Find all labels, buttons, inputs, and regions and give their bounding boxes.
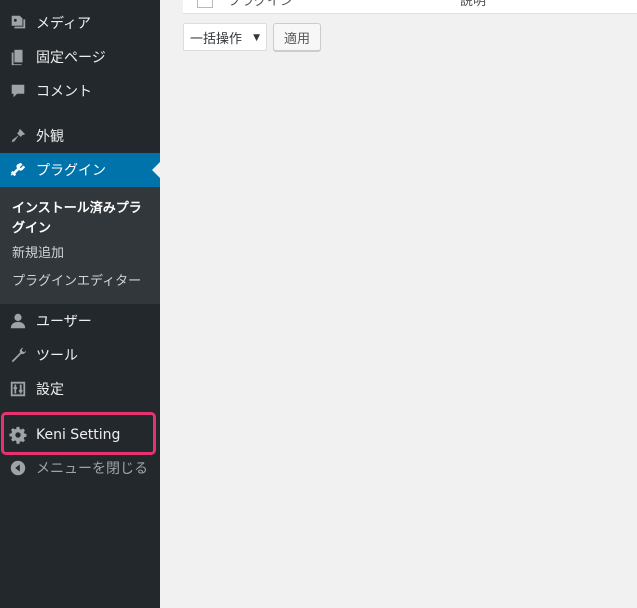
menu-item-label: 設定 [36, 382, 64, 398]
menu-item-label: プラグイン [36, 163, 106, 179]
appearance-icon [0, 119, 36, 153]
highlight-frame [1, 412, 156, 455]
active-indicator [152, 162, 160, 178]
comment-icon [0, 74, 36, 108]
column-header-plugin: プラグイン [228, 0, 294, 9]
media-icon [0, 6, 36, 40]
menu-item-label: メディア [36, 16, 92, 32]
menu-item-comments[interactable]: コメント [0, 74, 160, 108]
submenu-item-plugin-editor[interactable]: プラグインエディター [12, 272, 152, 292]
menu-item-settings[interactable]: 設定 [0, 372, 160, 406]
menu-item-label: 外観 [36, 129, 64, 145]
page-icon [0, 40, 36, 74]
menu-item-label: 固定ページ [36, 50, 106, 66]
menu-item-users[interactable]: ユーザー [0, 304, 160, 338]
bulk-action-selected: 一括操作 [190, 31, 243, 47]
admin-sidebar: メディア 固定ページ コメント 外観 プラグイン インストール済みプラグイン 新… [0, 0, 160, 608]
bulk-action-select[interactable]: 一括操作 ▼ [183, 23, 267, 51]
column-header-description: 説明 [460, 0, 487, 9]
collapse-menu-button[interactable]: メニューを閉じる [0, 451, 160, 485]
menu-item-label: ツール [36, 348, 78, 364]
tools-icon [0, 338, 36, 372]
submenu-item-installed-plugins[interactable]: インストール済みプラグイン [12, 199, 152, 239]
collapse-icon [0, 451, 36, 485]
plugins-submenu: インストール済みプラグイン 新規追加 プラグインエディター [0, 187, 160, 304]
submenu-item-add-new[interactable]: 新規追加 [12, 244, 152, 264]
menu-item-media[interactable]: メディア [0, 6, 160, 40]
menu-item-label: メニューを閉じる [36, 461, 148, 477]
users-icon [0, 304, 36, 338]
plugin-icon [0, 153, 36, 187]
menu-item-tools[interactable]: ツール [0, 338, 160, 372]
plugins-table-footer-row: プラグイン 説明 [183, 0, 637, 14]
select-all-checkbox[interactable] [197, 0, 213, 8]
menu-item-appearance[interactable]: 外観 [0, 119, 160, 153]
menu-item-label: コメント [36, 84, 92, 100]
apply-button[interactable]: 適用 [273, 23, 321, 51]
menu-item-pages[interactable]: 固定ページ [0, 40, 160, 74]
menu-item-label: ユーザー [36, 314, 92, 330]
menu-item-plugins[interactable]: プラグイン [0, 153, 160, 187]
settings-icon [0, 372, 36, 406]
chevron-down-icon: ▼ [253, 33, 260, 43]
